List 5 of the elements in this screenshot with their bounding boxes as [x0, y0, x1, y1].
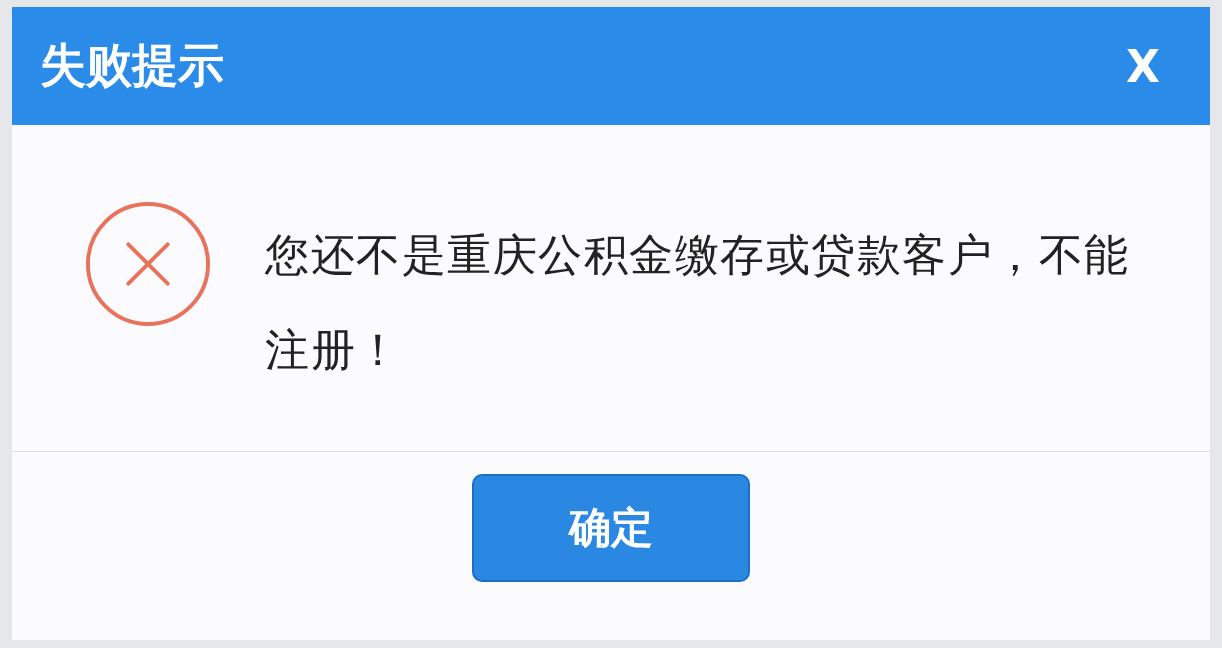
error-message: 您还不是重庆公积金缴存或贷款客户，不能注册！: [265, 228, 1131, 377]
confirm-button[interactable]: 确定: [472, 474, 750, 582]
error-icon: [84, 200, 212, 328]
close-button[interactable]: X: [1126, 40, 1160, 92]
dialog-title: 失败提示: [40, 37, 224, 94]
